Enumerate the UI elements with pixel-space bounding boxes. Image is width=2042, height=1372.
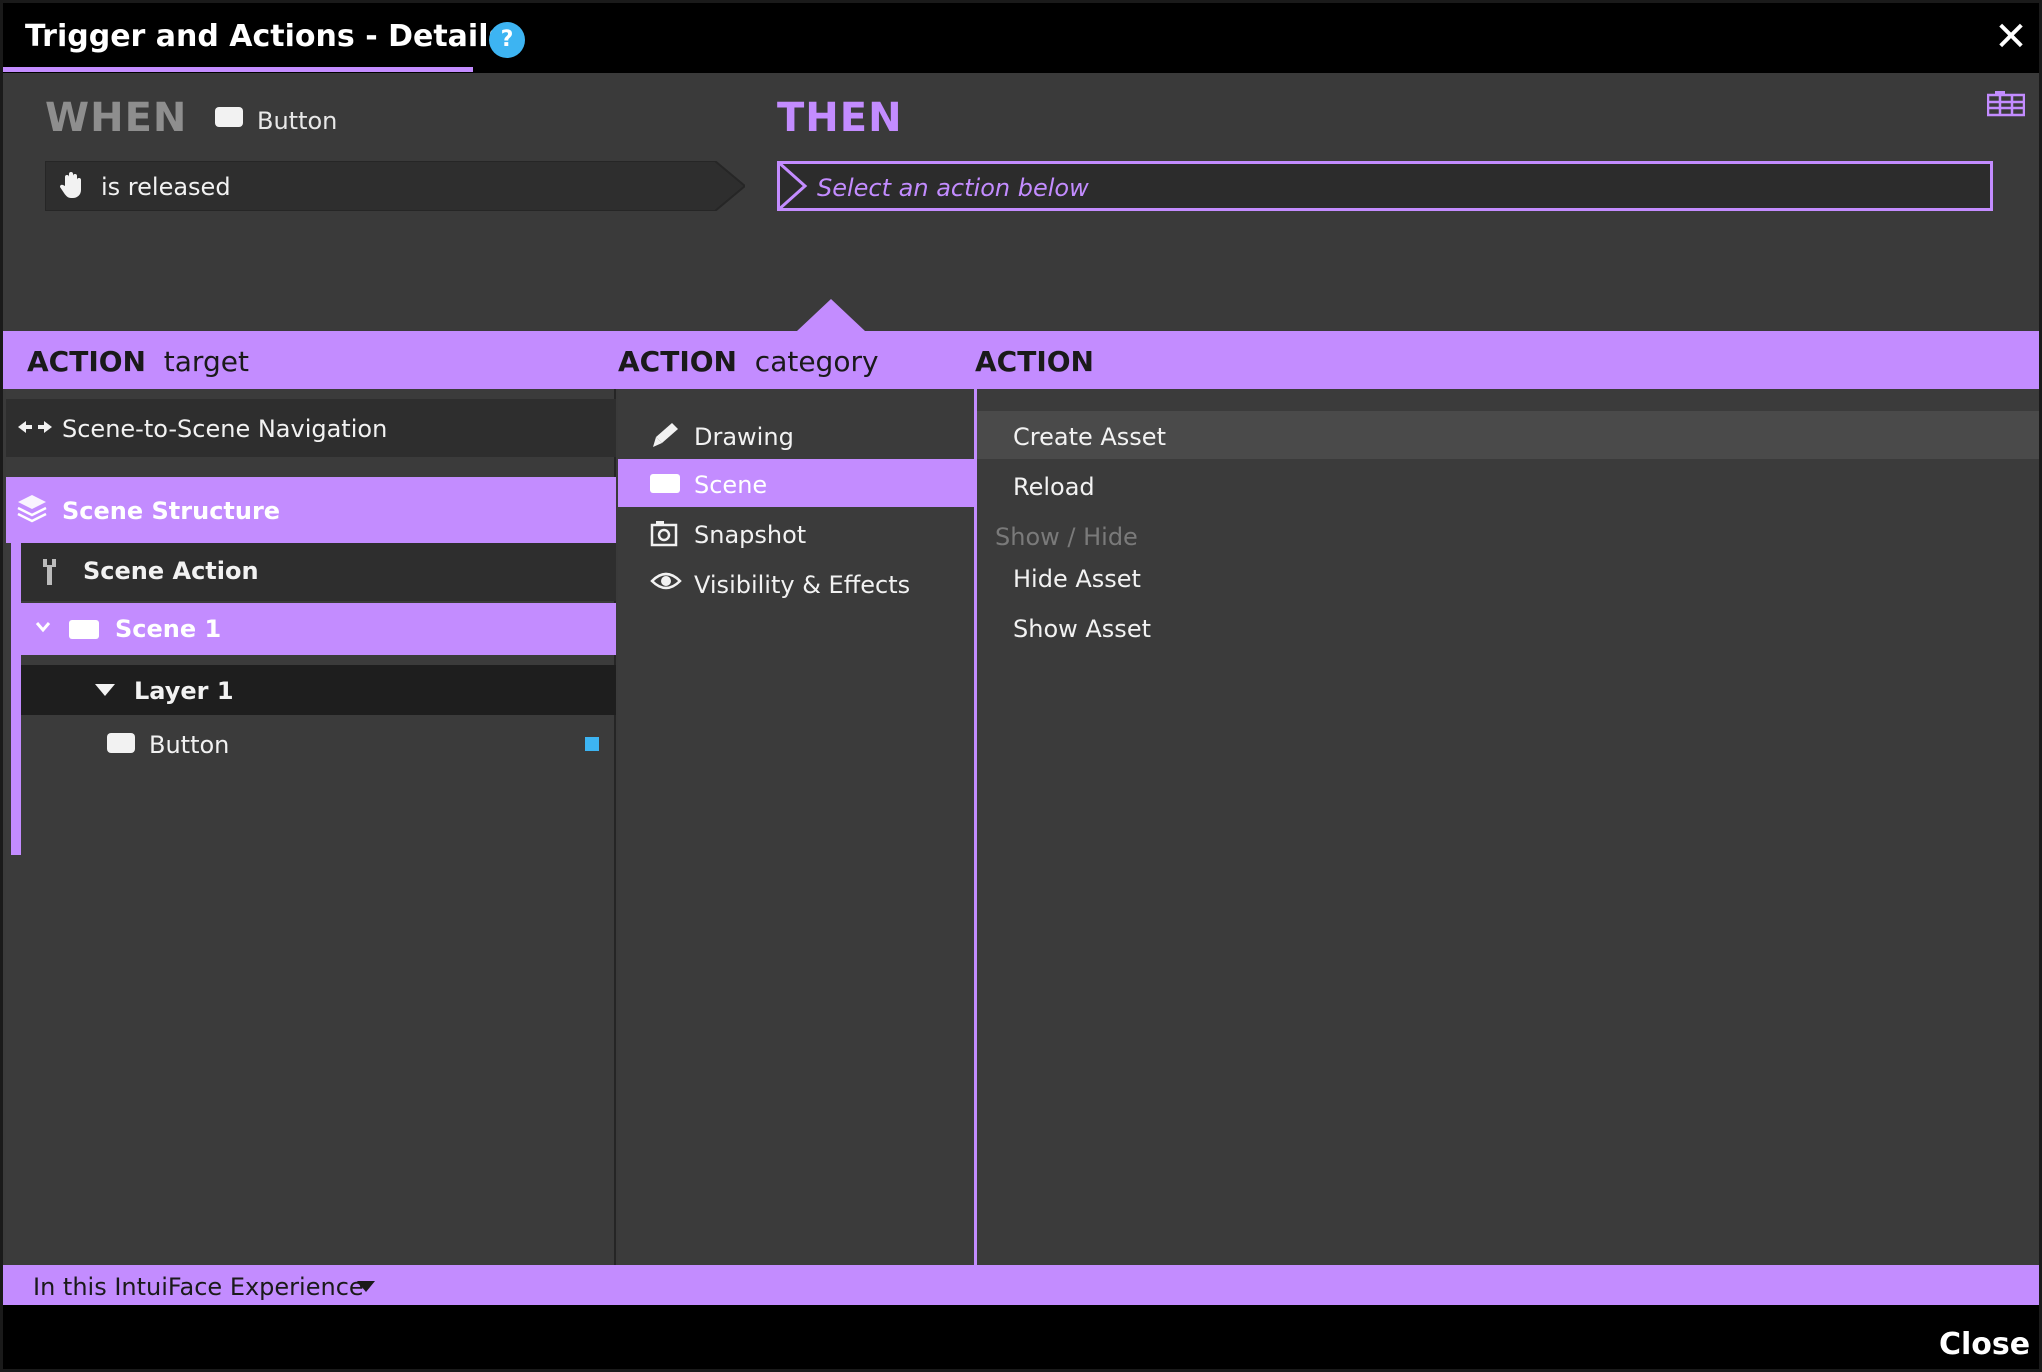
action-reload[interactable]: Reload	[977, 461, 2039, 509]
scene-structure-label: Scene Structure	[62, 497, 281, 525]
category-label: Visibility & Effects	[694, 571, 911, 599]
target-header: ACTION target	[27, 345, 249, 378]
navigation-arrows-icon	[18, 421, 52, 433]
category-snapshot[interactable]: Snapshot	[618, 509, 974, 557]
pen-icon	[653, 423, 678, 447]
category-label: Snapshot	[694, 521, 807, 549]
action-header: ACTION	[975, 345, 1094, 378]
target-navigation[interactable]: Scene-to-Scene Navigation	[6, 399, 616, 457]
target-button[interactable]: Button	[21, 715, 616, 771]
target-scene-action[interactable]: Scene Action	[21, 543, 616, 601]
dialog-title: Trigger and Actions - Details	[25, 19, 507, 54]
title-bar: Trigger and Actions - Details ? ✕	[3, 3, 2039, 73]
status-indicator	[585, 737, 599, 751]
scene-label: Scene 1	[115, 615, 222, 643]
action-label: Reload	[1013, 473, 1095, 501]
close-icon[interactable]: ✕	[1991, 17, 2031, 57]
action-create-asset[interactable]: Create Asset	[977, 411, 2039, 459]
dropdown-arrow-icon	[357, 1281, 375, 1292]
action-label: Create Asset	[1013, 423, 1166, 451]
header-pointer	[797, 299, 865, 331]
tree-indent-rail	[11, 543, 21, 855]
scope-dropdown[interactable]: In this IntuiFace Experience	[3, 1265, 2039, 1305]
chevron-down-icon[interactable]	[35, 621, 51, 633]
category-label: Scene	[694, 471, 768, 499]
hand-icon	[59, 171, 85, 203]
action-label: Hide Asset	[1013, 565, 1141, 593]
collapse-triangle-icon[interactable]	[95, 684, 115, 696]
bottom-bar: Close	[3, 1305, 2039, 1369]
action-hide-asset[interactable]: Hide Asset	[977, 553, 2039, 601]
columns-header: ACTION target ACTION category ACTION	[3, 331, 2039, 389]
action-label: Show Asset	[1013, 615, 1151, 643]
target-layer[interactable]: Layer 1	[21, 665, 616, 715]
then-label: THEN	[777, 95, 903, 141]
action-panel: Create Asset Reload Show / Hide Hide Ass…	[974, 389, 2039, 1265]
button-label: Button	[149, 731, 230, 759]
title-underline	[3, 67, 473, 72]
target-scene-structure[interactable]: Scene Structure	[6, 477, 616, 543]
close-button[interactable]: Close	[1939, 1327, 2030, 1362]
action-placeholder: Select an action below	[817, 174, 1089, 202]
category-label: Drawing	[694, 423, 794, 451]
category-panel: Drawing Scene Snapshot Visibility & Effe…	[618, 389, 974, 1265]
trigger-actions-dialog: Trigger and Actions - Details ? ✕ WHEN B…	[0, 0, 2042, 1372]
trigger-event-text: is released	[101, 173, 231, 201]
target-panel: Scene-to-Scene Navigation Scene Structur…	[6, 389, 616, 1265]
scope-label: In this IntuiFace Experience	[33, 1273, 364, 1301]
scene-action-label: Scene Action	[83, 557, 259, 585]
scene-icon	[650, 474, 680, 493]
scene-action-icon	[43, 559, 56, 585]
action-group-show-hide: Show / Hide	[995, 523, 1138, 551]
button-icon	[215, 107, 243, 127]
category-drawing[interactable]: Drawing	[618, 411, 974, 459]
eye-icon	[650, 572, 682, 590]
layers-icon	[17, 495, 47, 523]
target-scene[interactable]: Scene 1	[21, 603, 616, 655]
category-scene[interactable]: Scene	[618, 459, 974, 507]
when-label: WHEN	[45, 95, 188, 141]
camera-icon	[650, 521, 678, 547]
trigger-source-label: Button	[257, 107, 338, 135]
action-show-asset[interactable]: Show Asset	[977, 603, 2039, 651]
help-icon[interactable]: ?	[489, 22, 525, 58]
navigation-label: Scene-to-Scene Navigation	[62, 415, 388, 443]
category-header: ACTION category	[618, 345, 879, 378]
button-icon	[107, 733, 135, 753]
table-view-icon[interactable]	[1986, 91, 2026, 121]
category-visibility[interactable]: Visibility & Effects	[618, 559, 974, 607]
scene-icon	[69, 620, 99, 639]
layer-label: Layer 1	[134, 677, 234, 705]
